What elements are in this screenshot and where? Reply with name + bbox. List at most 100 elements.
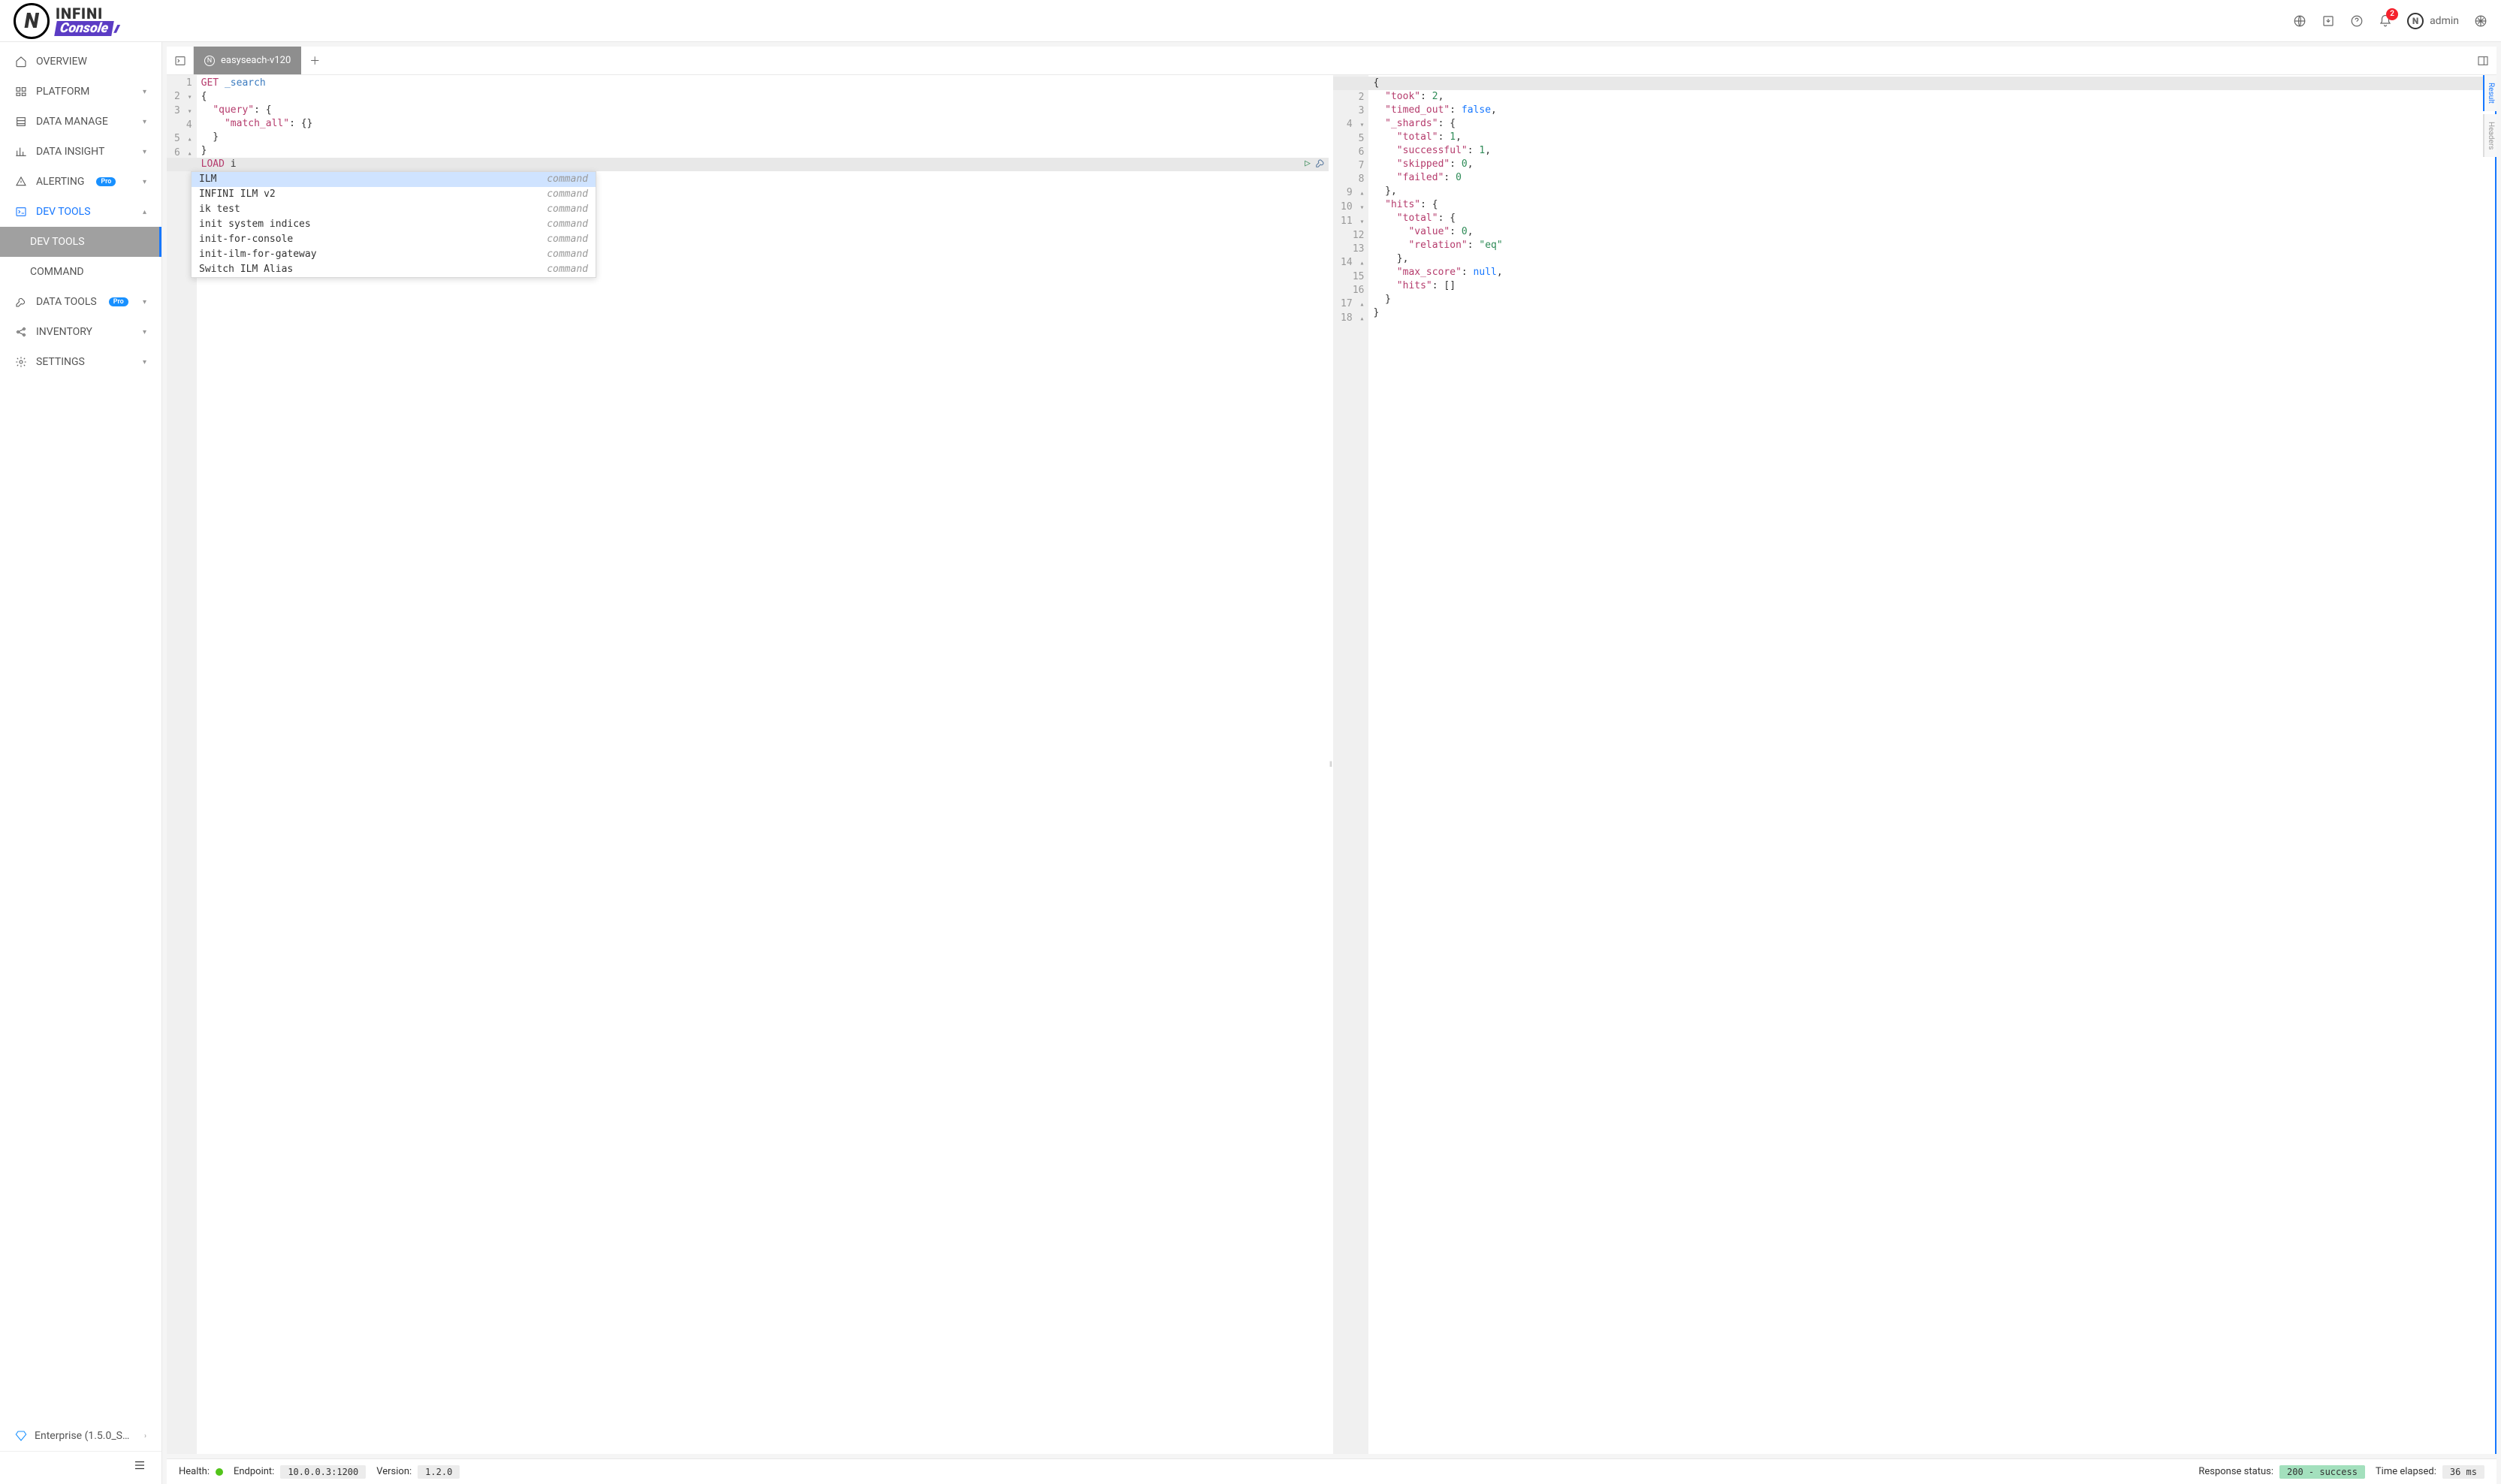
wrench-action-icon[interactable] xyxy=(1315,158,1326,169)
sidebar-label: DATA INSIGHT xyxy=(36,146,104,158)
username-label: admin xyxy=(2430,15,2459,27)
health-label: Health: xyxy=(179,1466,210,1477)
run-request-icon[interactable]: ▷ xyxy=(1305,158,1311,169)
cluster-icon: N xyxy=(204,56,215,66)
sidebar-item-data-tools[interactable]: DATA TOOLS Pro ▾ xyxy=(0,287,161,317)
autocomplete-popup: ILMcommand INFINI ILM v2command ik testc… xyxy=(191,171,596,278)
tab-label: easyseach-v120 xyxy=(221,55,291,66)
endpoint-label: Endpoint: xyxy=(234,1466,274,1477)
sidebar-label: OVERVIEW xyxy=(36,56,87,68)
response-gutter: 1 ▾ 2 3 4 ▾ 5 6 7 8 9 ▴ 10 ▾ 11 ▾ 12 13 … xyxy=(1333,75,1368,1454)
logo-mark-icon: N xyxy=(14,3,50,39)
autocomplete-item[interactable]: ik testcommand xyxy=(192,202,596,217)
sidebar-item-dev-tools[interactable]: DEV TOOLS ▴ xyxy=(0,197,161,227)
sidebar-item-overview[interactable]: OVERVIEW xyxy=(0,47,161,77)
terminal-icon xyxy=(15,206,27,218)
side-tab-headers[interactable]: Headers xyxy=(2483,114,2496,157)
sidebar-label: INVENTORY xyxy=(36,326,92,338)
logo[interactable]: N INFINI Console/// xyxy=(14,3,118,39)
response-status-value: 200 - success xyxy=(2279,1465,2365,1479)
console-toggle-icon[interactable] xyxy=(167,47,194,74)
chevron-down-icon: ▾ xyxy=(143,178,146,186)
download-box-icon[interactable] xyxy=(2321,14,2335,28)
chevron-down-icon: ▾ xyxy=(143,148,146,156)
autocomplete-item[interactable]: init-ilm-for-gatewaycommand xyxy=(192,247,596,262)
request-gutter: 1 2 ▾ 3 ▾ 4 5 ▴ 6 ▴ 7 xyxy=(167,75,197,1454)
sidebar-item-platform[interactable]: PLATFORM ▾ xyxy=(0,77,161,107)
sidebar-sub-dev-tools[interactable]: DEV TOOLS xyxy=(0,227,161,257)
language-icon[interactable] xyxy=(2474,14,2487,28)
alert-icon xyxy=(15,176,27,188)
chevron-down-icon: ▾ xyxy=(143,118,146,126)
autocomplete-item[interactable]: init-for-consolecommand xyxy=(192,232,596,247)
version-label: Version: xyxy=(376,1466,412,1477)
notification-badge: 2 xyxy=(2386,8,2398,20)
sidebar-label: SETTINGS xyxy=(36,356,85,368)
chevron-down-icon: ▾ xyxy=(143,328,146,336)
sidebar-label: DEV TOOLS xyxy=(30,236,85,248)
response-status-label: Response status: xyxy=(2198,1466,2273,1477)
autocomplete-item[interactable]: INFINI ILM v2command xyxy=(192,187,596,202)
tab-active[interactable]: N easyseach-v120 xyxy=(194,47,301,74)
chevron-right-icon: › xyxy=(144,1432,146,1440)
time-elapsed-label: Time elapsed: xyxy=(2376,1466,2436,1477)
sidebar-label: PLATFORM xyxy=(36,86,89,98)
sidebar: OVERVIEW PLATFORM ▾ DATA MANAGE ▾ DATA I… xyxy=(0,42,162,1484)
request-pane[interactable]: 1 2 ▾ 3 ▾ 4 5 ▴ 6 ▴ 7 GET _search { "que… xyxy=(167,75,1329,1454)
sidebar-item-settings[interactable]: SETTINGS ▾ xyxy=(0,347,161,377)
request-code[interactable]: GET _search { "query": { "match_all": {}… xyxy=(197,75,1329,1454)
sidebar-label: DEV TOOLS xyxy=(36,206,91,218)
logo-text-bottom: Console xyxy=(54,21,114,36)
logo-text-top: INFINI xyxy=(56,6,118,21)
layout-toggle-icon[interactable] xyxy=(2469,47,2496,74)
sidebar-label: COMMAND xyxy=(30,266,84,278)
diamond-icon xyxy=(15,1430,27,1442)
header: N INFINI Console/// 2 N xyxy=(0,0,2501,42)
autocomplete-item[interactable]: Switch ILM Aliascommand xyxy=(192,262,596,277)
globe-icon[interactable] xyxy=(2293,14,2306,28)
response-pane[interactable]: 1 ▾ 2 3 4 ▾ 5 6 7 8 9 ▴ 10 ▾ 11 ▾ 12 13 … xyxy=(1333,75,2496,1454)
response-side-tabs: Result Headers xyxy=(2483,75,2496,1454)
status-bar: Health: Endpoint: 10.0.0.3:1200 Version:… xyxy=(167,1458,2496,1484)
side-tab-result[interactable]: Result xyxy=(2483,75,2496,111)
tab-bar: N easyseach-v120 ＋ xyxy=(167,47,2496,75)
license-info[interactable]: Enterprise (1.5.0_SNAPS... › xyxy=(0,1421,161,1451)
gear-icon xyxy=(15,356,27,368)
data-manage-icon xyxy=(15,116,27,128)
collapse-sidebar-icon[interactable] xyxy=(133,1458,146,1472)
response-code[interactable]: { "took": 2, "timed_out": false, "_shard… xyxy=(1368,75,2495,1454)
sidebar-item-inventory[interactable]: INVENTORY ▾ xyxy=(0,317,161,347)
platform-icon xyxy=(15,86,27,98)
logo-stripes-icon: /// xyxy=(114,24,118,35)
chevron-up-icon: ▴ xyxy=(143,208,146,216)
license-label: Enterprise (1.5.0_SNAPS... xyxy=(35,1430,137,1442)
autocomplete-item[interactable]: init system indicescommand xyxy=(192,217,596,232)
sidebar-label: DATA MANAGE xyxy=(36,116,108,128)
time-elapsed-value: 36 ms xyxy=(2442,1465,2484,1479)
editor-split: 1 2 ▾ 3 ▾ 4 5 ▴ 6 ▴ 7 GET _search { "que… xyxy=(167,75,2496,1454)
health-dot-icon xyxy=(216,1468,223,1476)
sidebar-item-alerting[interactable]: ALERTING Pro ▾ xyxy=(0,167,161,197)
wrench-icon xyxy=(15,296,27,308)
pro-badge: Pro xyxy=(109,297,128,306)
main-content: N easyseach-v120 ＋ 1 2 ▾ 3 ▾ 4 5 ▴ 6 ▴ 7… xyxy=(162,42,2501,1484)
chevron-down-icon: ▾ xyxy=(143,358,146,366)
pro-badge: Pro xyxy=(96,177,116,186)
add-tab-button[interactable]: ＋ xyxy=(301,47,328,74)
sidebar-item-data-manage[interactable]: DATA MANAGE ▾ xyxy=(0,107,161,137)
user-menu[interactable]: N admin xyxy=(2407,13,2459,29)
help-icon[interactable] xyxy=(2350,14,2364,28)
chevron-down-icon: ▾ xyxy=(143,88,146,96)
home-icon xyxy=(15,56,27,68)
chevron-down-icon: ▾ xyxy=(143,298,146,306)
autocomplete-item[interactable]: ILMcommand xyxy=(192,172,596,187)
sidebar-item-data-insight[interactable]: DATA INSIGHT ▾ xyxy=(0,137,161,167)
notification-bell-icon[interactable]: 2 xyxy=(2379,14,2392,28)
sidebar-label: ALERTING xyxy=(36,176,84,188)
sidebar-sub-command[interactable]: COMMAND xyxy=(0,257,161,287)
avatar-icon: N xyxy=(2407,13,2424,29)
sidebar-label: DATA TOOLS xyxy=(36,296,97,308)
version-value: 1.2.0 xyxy=(418,1465,460,1479)
chart-icon xyxy=(15,146,27,158)
endpoint-value[interactable]: 10.0.0.3:1200 xyxy=(280,1465,366,1479)
